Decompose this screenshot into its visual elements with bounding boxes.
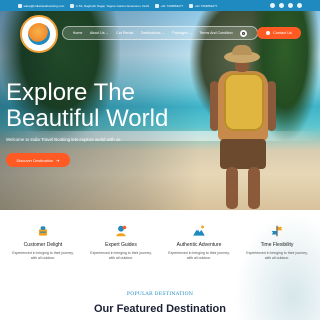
phone-link-1[interactable]: +91 7303863277 (155, 3, 184, 8)
backpack (224, 73, 264, 131)
feature-desc-line-1: Experienced in bringing to their journey… (168, 251, 230, 255)
main-nav: Home About Us ⌄ Car Rental Destinations … (62, 26, 258, 40)
hero-title-line-2: Beautiful World (6, 105, 169, 132)
feature-title: Time Flexibility (260, 242, 294, 248)
facebook-icon[interactable] (270, 3, 275, 8)
feature-desc-line-1: Experienced in bringing to their journey… (90, 251, 152, 255)
mail-icon (18, 3, 22, 8)
feature-desc-line-1: Experienced in bringing to their journey… (246, 251, 308, 255)
traveler-leg-left (226, 167, 238, 209)
feature-customer-delight: Customer Delight Experienced in bringing… (4, 218, 82, 278)
location-icon (70, 3, 75, 8)
site-logo[interactable] (20, 15, 58, 53)
hero-subtitle: Welcome to India Travel Booking lets exp… (6, 137, 122, 142)
page: sales@indiatravelbooking.com C-53, Raghu… (0, 0, 320, 320)
address-text: C-53, Raghubir Nagar, Tagore Garden Exte… (75, 3, 150, 8)
twitter-icon[interactable] (279, 3, 284, 8)
nav-item-home[interactable]: Home (73, 31, 83, 35)
feature-desc: Experienced in bringing to their journey… (82, 251, 160, 261)
traveler-shorts (220, 139, 266, 169)
whatsapp-icon (189, 3, 194, 8)
feature-desc: Experienced in bringing to their journey… (160, 251, 238, 261)
section-kicker: POPULAR DESTINATION (126, 292, 194, 297)
phone-icon (266, 31, 271, 35)
nav-item-destinations[interactable]: Destinations ⌄ (141, 31, 165, 35)
nav-item-about[interactable]: About Us ⌄ (90, 31, 109, 35)
traveler-leg-right (248, 167, 260, 209)
phone-text-1: +91 7303863277 (160, 3, 184, 8)
search-icon (242, 31, 246, 35)
hat-crown (232, 45, 252, 55)
feature-expert-guides: Expert Guides Experienced in bringing to… (82, 218, 160, 278)
expert-guides-icon (116, 225, 127, 237)
customer-delight-icon (38, 226, 48, 236)
feature-desc: Experienced in bringing to their journey… (238, 251, 316, 261)
authentic-adventure-icon (193, 225, 205, 236)
top-info-bar: sales@indiatravelbooking.com C-53, Raghu… (0, 0, 320, 11)
section-title: Our Featured Destination (93, 303, 227, 315)
phone-icon (155, 3, 160, 8)
nav-item-terms[interactable]: Terms And Condition (200, 31, 233, 35)
youtube-icon[interactable] (297, 3, 302, 8)
feature-authentic-adventure: Authentic Adventure Experienced in bring… (160, 218, 238, 278)
logo-mark-icon (28, 23, 50, 45)
social-links (270, 3, 302, 8)
nav-item-car-rental[interactable]: Car Rental (116, 31, 133, 35)
instagram-icon[interactable] (288, 3, 293, 8)
feature-title: Authentic Adventure (176, 242, 222, 248)
features-row: Customer Delight Experienced in bringing… (0, 218, 320, 278)
nav-item-packages[interactable]: Packages ⌄ (172, 31, 192, 35)
feature-desc: Experienced in bringing to their journey… (4, 251, 82, 261)
feature-time-flexibility: Time Flexibility Experienced in bringing… (238, 218, 316, 278)
phone-text-2: +91 7303863277 (194, 3, 218, 8)
feature-title: Customer Delight (23, 242, 63, 248)
feature-desc-line-2: with all outdoor. (108, 255, 134, 260)
feature-desc-line-2: with all outdoor. (264, 255, 290, 260)
search-button[interactable] (240, 29, 248, 37)
time-flexibility-icon (271, 225, 283, 237)
traveler-arm-right (267, 81, 276, 131)
email-link[interactable]: sales@indiatravelbooking.com (18, 3, 65, 8)
phone-link-2[interactable]: +91 7303863277 (189, 3, 218, 8)
discover-label: Discover Destination (16, 157, 54, 163)
discover-destination-button[interactable]: Discover Destination ➔ (6, 153, 70, 167)
feature-desc-line-1: Experienced in bringing to their journey… (12, 251, 74, 255)
feature-desc-line-2: with all outdoor. (186, 255, 212, 260)
address-info: C-53, Raghubir Nagar, Tagore Garden Exte… (70, 3, 150, 8)
hero-title-line-1: Explore The (6, 79, 135, 106)
feature-desc-line-2: with all outdoor. (30, 255, 56, 260)
contact-us-button[interactable]: Contact Us (257, 27, 301, 39)
email-text: sales@indiatravelbooking.com (23, 3, 65, 8)
feature-title: Expert Guides (105, 242, 137, 248)
contact-us-label: Contact Us (273, 31, 292, 35)
hero-title: Explore The Beautiful World (6, 80, 206, 132)
traveler-image (210, 45, 280, 210)
arrow-right-icon: ➔ (56, 157, 60, 163)
